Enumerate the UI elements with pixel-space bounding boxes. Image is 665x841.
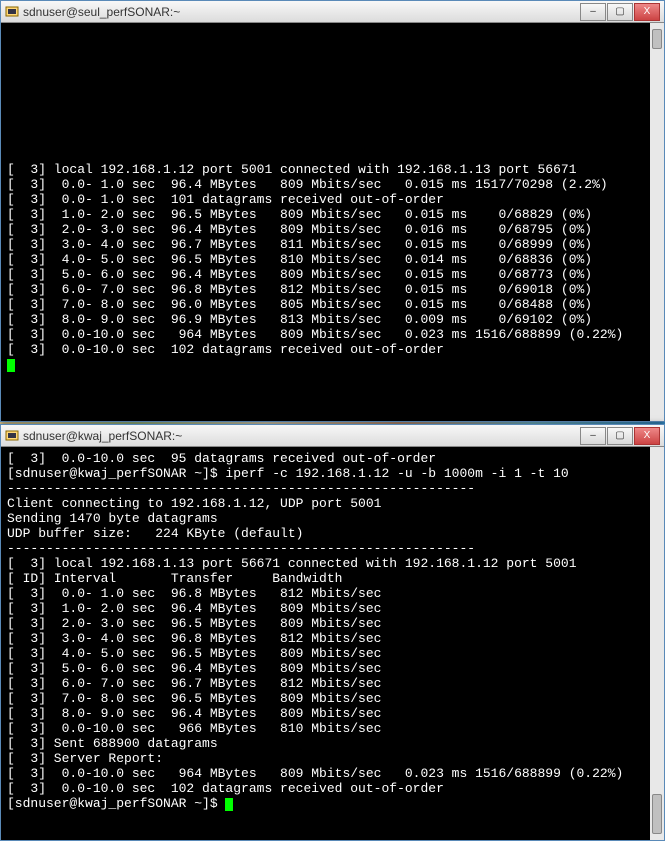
row: [ 3] 8.0- 9.0 sec 96.9 MBytes 813 Mbits/… <box>7 312 592 327</box>
row: [ 3] 5.0- 6.0 sec 96.4 MBytes 809 Mbits/… <box>7 661 381 676</box>
sending: Sending 1470 byte datagrams <box>7 511 218 526</box>
window-title: sdnuser@seul_perfSONAR:~ <box>23 5 580 19</box>
sr-ooo: [ 3] 0.0-10.0 sec 102 datagrams received… <box>7 781 444 796</box>
row: [ 3] 2.0- 3.0 sec 96.5 MBytes 809 Mbits/… <box>7 616 381 631</box>
cursor <box>7 359 15 372</box>
maximize-button[interactable]: ▢ <box>607 3 633 21</box>
terminal-output-kwaj[interactable]: [ 3] 0.0-10.0 sec 95 datagrams received … <box>1 447 664 840</box>
close-button[interactable]: X <box>634 3 660 21</box>
prompt: [sdnuser@kwaj_perfSONAR ~]$ <box>7 796 225 811</box>
header: [ ID] Interval Transfer Bandwidth <box>7 571 342 586</box>
row: [ 3] 6.0- 7.0 sec 96.8 MBytes 812 Mbits/… <box>7 282 592 297</box>
row: [ 3] 1.0- 2.0 sec 96.5 MBytes 809 Mbits/… <box>7 207 592 222</box>
scrollbar[interactable] <box>650 447 664 840</box>
titlebar-seul[interactable]: sdnuser@seul_perfSONAR:~ – ▢ X <box>1 1 664 23</box>
minimize-button[interactable]: – <box>580 427 606 445</box>
command-line: [sdnuser@kwaj_perfSONAR ~]$ iperf -c 192… <box>7 466 569 481</box>
terminal-window-kwaj: sdnuser@kwaj_perfSONAR:~ – ▢ X [ 3] 0.0-… <box>0 424 665 841</box>
row: [ 3] 3.0- 4.0 sec 96.8 MBytes 812 Mbits/… <box>7 631 381 646</box>
minimize-button[interactable]: – <box>580 3 606 21</box>
window-controls: – ▢ X <box>580 3 660 21</box>
row: [ 3] 2.0- 3.0 sec 96.4 MBytes 809 Mbits/… <box>7 222 592 237</box>
maximize-button[interactable]: ▢ <box>607 427 633 445</box>
row: [ 3] 8.0- 9.0 sec 96.4 MBytes 809 Mbits/… <box>7 706 381 721</box>
window-controls: – ▢ X <box>580 427 660 445</box>
row: [ 3] 3.0- 4.0 sec 96.7 MBytes 811 Mbits/… <box>7 237 592 252</box>
titlebar-kwaj[interactable]: sdnuser@kwaj_perfSONAR:~ – ▢ X <box>1 425 664 447</box>
ooo-line: [ 3] 0.0- 1.0 sec 101 datagrams received… <box>7 192 444 207</box>
connecting: Client connecting to 192.168.1.12, UDP p… <box>7 496 381 511</box>
row: [ 3] 1.0- 2.0 sec 96.4 MBytes 809 Mbits/… <box>7 601 381 616</box>
buffer: UDP buffer size: 224 KByte (default) <box>7 526 303 541</box>
dashes: ----------------------------------------… <box>7 541 475 556</box>
scroll-thumb[interactable] <box>652 794 662 834</box>
row-first: [ 3] 0.0- 1.0 sec 96.4 MBytes 809 Mbits/… <box>7 177 608 192</box>
terminal-window-seul: sdnuser@seul_perfSONAR:~ – ▢ X [ 3] loca… <box>0 0 665 422</box>
putty-icon <box>5 429 19 443</box>
row: [ 3] 7.0- 8.0 sec 96.0 MBytes 805 Mbits/… <box>7 297 592 312</box>
ooo-line: [ 3] 0.0-10.0 sec 102 datagrams received… <box>7 342 444 357</box>
close-button[interactable]: X <box>634 427 660 445</box>
row: [ 3] 0.0-10.0 sec 966 MBytes 810 Mbits/s… <box>7 721 381 736</box>
scrollbar[interactable] <box>650 23 664 421</box>
row: [ 3] 0.0- 1.0 sec 96.8 MBytes 812 Mbits/… <box>7 586 381 601</box>
prev-ooo: [ 3] 0.0-10.0 sec 95 datagrams received … <box>7 451 436 466</box>
scroll-thumb[interactable] <box>652 29 662 49</box>
terminal-output-seul[interactable]: [ 3] local 192.168.1.12 port 5001 connec… <box>1 23 664 421</box>
row: [ 3] 7.0- 8.0 sec 96.5 MBytes 809 Mbits/… <box>7 691 381 706</box>
server-report: [ 3] Server Report: <box>7 751 163 766</box>
total-row: [ 3] 0.0-10.0 sec 964 MBytes 809 Mbits/s… <box>7 327 623 342</box>
connected-line: [ 3] local 192.168.1.12 port 5001 connec… <box>7 162 577 177</box>
row: [ 3] 4.0- 5.0 sec 96.5 MBytes 810 Mbits/… <box>7 252 592 267</box>
local-conn: [ 3] local 192.168.1.13 port 56671 conne… <box>7 556 577 571</box>
putty-icon <box>5 5 19 19</box>
row: [ 3] 4.0- 5.0 sec 96.5 MBytes 809 Mbits/… <box>7 646 381 661</box>
sent: [ 3] Sent 688900 datagrams <box>7 736 218 751</box>
dashes: ----------------------------------------… <box>7 481 475 496</box>
sr-row: [ 3] 0.0-10.0 sec 964 MBytes 809 Mbits/s… <box>7 766 623 781</box>
cursor <box>225 798 233 811</box>
window-title: sdnuser@kwaj_perfSONAR:~ <box>23 429 580 443</box>
row: [ 3] 6.0- 7.0 sec 96.7 MBytes 812 Mbits/… <box>7 676 381 691</box>
row: [ 3] 5.0- 6.0 sec 96.4 MBytes 809 Mbits/… <box>7 267 592 282</box>
